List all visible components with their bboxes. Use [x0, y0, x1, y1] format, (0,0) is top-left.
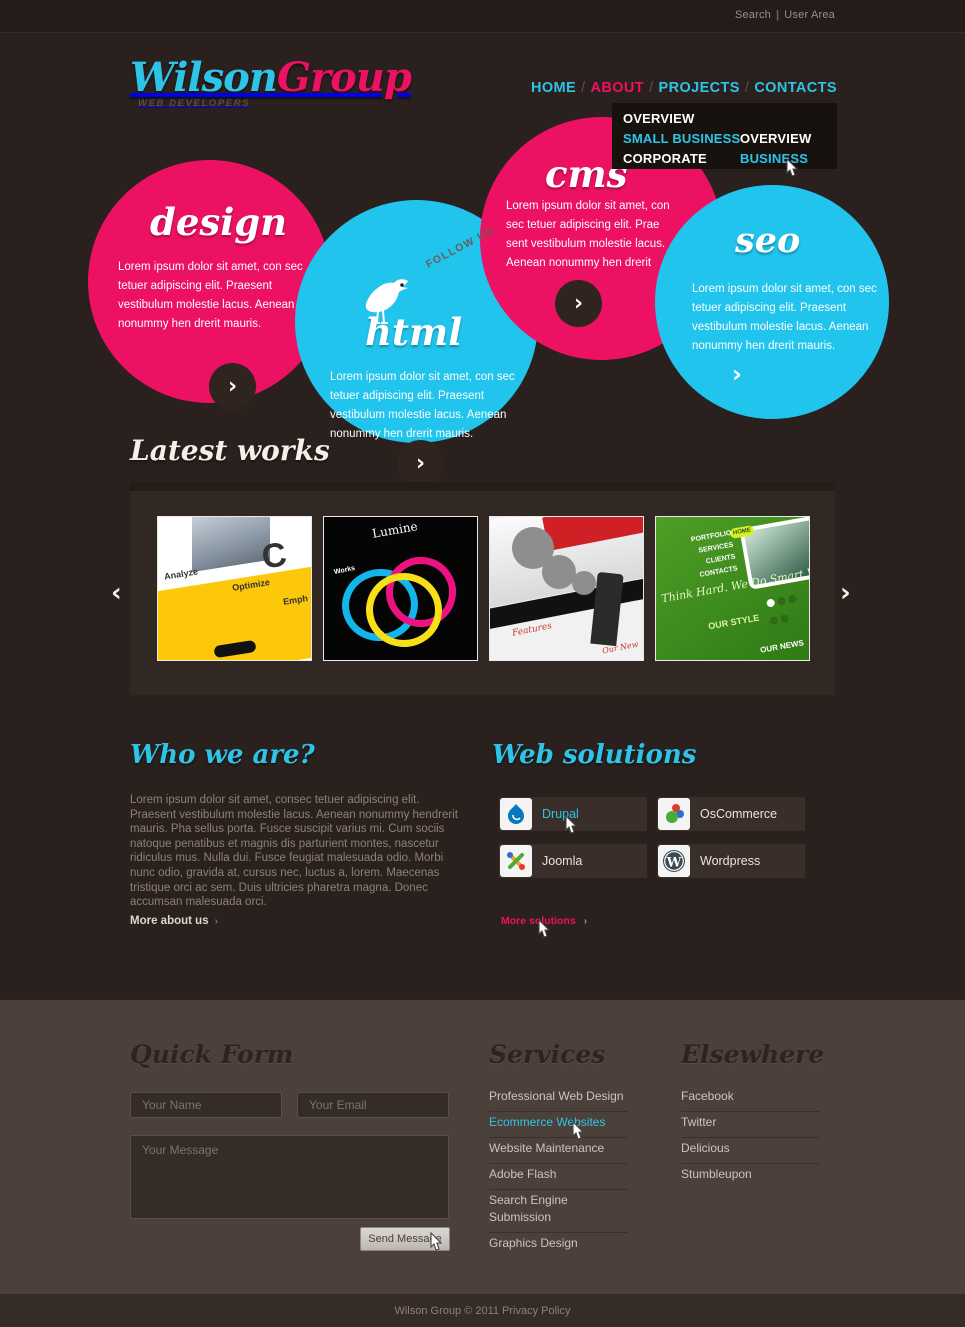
- more-solutions-link[interactable]: More solutions ›: [501, 915, 587, 927]
- solution-label-joomla: Joomla: [542, 854, 583, 868]
- twitter-bird-icon[interactable]: [356, 275, 422, 325]
- service-text-design: Lorem ipsum dolor sit amet, con sec tetu…: [118, 261, 303, 330]
- thumb2-brand-label: Lumine: [371, 519, 419, 541]
- solution-label-oscommerce: OsCommerce: [700, 807, 778, 821]
- elsewhere-title: Elsewhere: [681, 1040, 825, 1069]
- latest-works-carousel: Analyze Optimize Emph C Lumine Works Fea…: [130, 482, 835, 695]
- logo-text-group: Group: [276, 54, 412, 101]
- chevron-right-icon: ›: [583, 915, 588, 927]
- elsewhere-link-facebook[interactable]: Facebook: [681, 1086, 820, 1112]
- service-arrow-cms[interactable]: ›: [555, 280, 602, 327]
- utility-separator: |: [776, 9, 780, 21]
- dropdown-item-small-business[interactable]: SMALL BUSINESS: [623, 129, 740, 149]
- quick-form-title: Quick Form: [130, 1040, 294, 1069]
- work-thumbnail-1[interactable]: Analyze Optimize Emph C: [157, 516, 312, 661]
- carousel-prev-button[interactable]: ‹: [111, 578, 122, 608]
- solution-item-drupal[interactable]: Drupal: [499, 797, 647, 831]
- name-input[interactable]: [130, 1092, 282, 1118]
- service-arrow-html[interactable]: ›: [397, 440, 444, 487]
- nav-item-about[interactable]: ABOUT: [591, 80, 645, 96]
- utility-bar: Search | User Area: [0, 0, 965, 33]
- solution-item-wordpress[interactable]: W Wordpress: [657, 844, 805, 878]
- utility-links: Search | User Area: [735, 9, 835, 21]
- logo-text-wilson: Wilson: [130, 54, 278, 101]
- send-message-button[interactable]: Send Message: [360, 1227, 450, 1251]
- dropdown-subitem-business[interactable]: BUSINESS: [740, 149, 811, 169]
- solution-label-drupal: Drupal: [542, 807, 579, 821]
- nav-separator: /: [649, 80, 654, 96]
- message-textarea[interactable]: [130, 1135, 449, 1219]
- service-title-seo: seo: [735, 220, 801, 261]
- work-thumbnail-2[interactable]: Lumine Works: [323, 516, 478, 661]
- service-text-html: Lorem ipsum dolor sit amet, con sec tetu…: [330, 371, 515, 440]
- email-input[interactable]: [297, 1092, 449, 1118]
- more-about-us-label: More about us: [130, 915, 209, 927]
- thumb3-label-features: Features: [511, 621, 553, 639]
- copyright-bar: Wilson Group © 2011 Privacy Policy: [0, 1294, 965, 1327]
- work-thumbnail-4[interactable]: HOME PORTFOLIO SERVICES CLIENTS CONTACTS…: [655, 516, 810, 661]
- page-root: Search | User Area WilsonGroup WEB DEVELOP…: [0, 0, 965, 1327]
- service-arrow-seo[interactable]: ›: [732, 360, 742, 388]
- nav-separator: /: [581, 80, 586, 96]
- services-list: Professional Web Design Ecommerce Websit…: [489, 1086, 628, 1258]
- solution-item-oscommerce[interactable]: OsCommerce: [657, 797, 805, 831]
- solution-label-wordpress: Wordpress: [700, 854, 761, 868]
- thumb2-works-label: Works: [333, 564, 356, 577]
- more-solutions-label: More solutions: [501, 915, 576, 927]
- who-we-are-text: Lorem ipsum dolor sit amet, consec tetue…: [130, 794, 458, 909]
- thumb4-menu: PORTFOLIO SERVICES CLIENTS CONTACTS: [690, 529, 739, 579]
- main-navigation: HOME / ABOUT / PROJECTS / CONTACTS: [531, 80, 837, 96]
- service-link-adobe-flash[interactable]: Adobe Flash: [489, 1164, 628, 1190]
- work-thumbnail-3[interactable]: Features Our New: [489, 516, 644, 661]
- dropdown-column-1: OVERVIEW SMALL BUSINESS CORPORATE: [623, 109, 740, 169]
- elsewhere-link-delicious[interactable]: Delicious: [681, 1138, 820, 1164]
- dropdown-item-corporate[interactable]: CORPORATE: [623, 149, 740, 169]
- service-link-professional-web-design[interactable]: Professional Web Design: [489, 1086, 628, 1112]
- latest-works-title: Latest works: [130, 434, 330, 467]
- search-link[interactable]: Search: [735, 9, 771, 21]
- nav-item-projects[interactable]: PROJECTS: [659, 80, 740, 96]
- solution-item-joomla[interactable]: Joomla: [499, 844, 647, 878]
- thumb4-our-news: OUR NEWS: [759, 638, 805, 655]
- service-link-search-engine-submission[interactable]: Search Engine Submission: [489, 1190, 628, 1233]
- svg-text:W: W: [666, 856, 682, 871]
- service-title-design: design: [150, 200, 288, 244]
- web-solutions-title: Web solutions: [492, 740, 697, 770]
- service-link-website-maintenance[interactable]: Website Maintenance: [489, 1138, 628, 1164]
- who-we-are-title: Who we are?: [130, 740, 315, 770]
- copyright-text: Wilson Group © 2011 Privacy Policy: [394, 1304, 571, 1317]
- oscommerce-icon: [658, 798, 690, 830]
- web-solutions-grid: Drupal OsCommerce Joomla W Wordpress: [499, 797, 839, 878]
- service-text-seo: Lorem ipsum dolor sit amet, con sec tetu…: [692, 283, 877, 352]
- more-about-us-link[interactable]: More about us ›: [130, 915, 218, 927]
- dropdown-item-overview[interactable]: OVERVIEW: [623, 109, 740, 129]
- service-link-graphics-design[interactable]: Graphics Design: [489, 1233, 628, 1258]
- elsewhere-link-stumbleupon[interactable]: Stumbleupon: [681, 1164, 820, 1189]
- latest-works-strip: Analyze Optimize Emph C Lumine Works Fea…: [157, 516, 810, 661]
- service-circle-design[interactable]: design Lorem ipsum dolor sit amet, con s…: [88, 160, 331, 410]
- user-area-link[interactable]: User Area: [784, 9, 835, 21]
- service-link-ecommerce-websites[interactable]: Ecommerce Websites: [489, 1112, 628, 1138]
- services-title: Services: [489, 1040, 606, 1069]
- drupal-icon: [500, 798, 532, 830]
- carousel-next-button[interactable]: ›: [840, 578, 851, 608]
- service-arrow-design[interactable]: ›: [209, 363, 256, 410]
- nav-item-contacts[interactable]: CONTACTS: [754, 80, 837, 96]
- elsewhere-list: Facebook Twitter Delicious Stumbleupon: [681, 1086, 820, 1189]
- thumb4-our-style: OUR STYLE: [707, 612, 760, 632]
- dropdown-column-2: OVERVIEW BUSINESS: [740, 129, 811, 169]
- elsewhere-link-twitter[interactable]: Twitter: [681, 1112, 820, 1138]
- service-text-cms: Lorem ipsum dolor sit amet, con sec tetu…: [506, 200, 670, 269]
- joomla-icon: [500, 845, 532, 877]
- nav-separator: /: [744, 80, 750, 96]
- logo-wordmark: WilsonGroup: [130, 54, 412, 101]
- about-dropdown-menu: OVERVIEW SMALL BUSINESS CORPORATE OVERVI…: [612, 103, 837, 169]
- chevron-right-icon: ›: [214, 916, 218, 927]
- wordpress-icon: W: [658, 845, 690, 877]
- service-circle-seo[interactable]: seo Lorem ipsum dolor sit amet, con sec …: [655, 185, 889, 419]
- dropdown-subitem-overview[interactable]: OVERVIEW: [740, 129, 811, 149]
- nav-item-home[interactable]: HOME: [531, 80, 576, 96]
- site-logo[interactable]: WilsonGroup WEB DEVELOPERS: [130, 54, 412, 110]
